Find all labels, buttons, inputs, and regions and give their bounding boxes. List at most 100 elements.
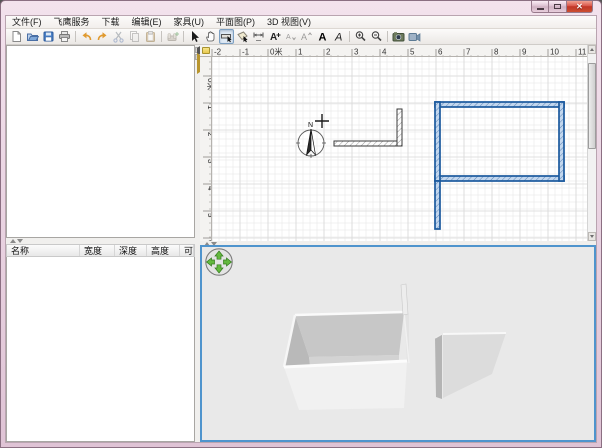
create-walls-button[interactable]	[219, 29, 234, 44]
create-text-icon: A	[268, 30, 281, 43]
menu-item-edit[interactable]: 编辑(E)	[126, 16, 168, 29]
redo-icon	[96, 30, 109, 43]
column-header-depth[interactable]: 深度	[115, 245, 147, 256]
photo-icon	[392, 30, 405, 43]
toolbar-separator	[75, 31, 76, 42]
paste-icon	[144, 30, 157, 43]
menu-item-file[interactable]: 文件(F)	[6, 16, 48, 29]
zoom-out-button[interactable]	[369, 29, 384, 44]
wall[interactable]	[334, 141, 402, 146]
scroll-up-button[interactable]	[588, 45, 596, 54]
menu-item-service[interactable]: 飞鹰服务	[48, 16, 96, 29]
create-dimensions-button[interactable]	[251, 29, 266, 44]
svg-text:A: A	[270, 32, 277, 43]
view-3d-canvas[interactable]	[200, 245, 596, 442]
selected-wall[interactable]	[435, 102, 564, 107]
collapse-down-icon[interactable]	[17, 239, 23, 243]
plan-vertical-ruler: 0米123456	[200, 57, 212, 241]
plan-canvas[interactable]: N	[212, 57, 587, 241]
print-icon	[58, 30, 71, 43]
open-icon	[26, 30, 39, 43]
svg-text:2: 2	[326, 48, 331, 57]
toolbar-separator	[349, 31, 350, 42]
save-icon	[42, 30, 55, 43]
svg-text:11: 11	[578, 48, 587, 57]
zoom-out-icon	[370, 30, 383, 43]
maximize-button[interactable]	[549, 1, 567, 13]
italic-button[interactable]: A	[331, 29, 346, 44]
new-button[interactable]	[9, 29, 24, 44]
text-larger-icon: A	[300, 30, 313, 43]
level-tab-icon[interactable]	[202, 47, 210, 54]
wall[interactable]	[397, 109, 402, 146]
zoom-in-button[interactable]	[353, 29, 368, 44]
title-bar[interactable]: ✕	[1, 1, 601, 15]
app-window: ✕ 文件(F)飞鹰服务下载编辑(E)家具(U)平面图(P)3D 视图(V) AA…	[0, 0, 602, 448]
svg-text:-2: -2	[214, 48, 222, 57]
scrollbar-thumb[interactable]	[588, 63, 596, 149]
text-smaller-button[interactable]: A	[283, 29, 298, 44]
plan-view: -2-10米1234567891011 0米123456 N	[200, 45, 596, 241]
copy-button[interactable]	[127, 29, 142, 44]
undo-button[interactable]	[79, 29, 94, 44]
selected-wall[interactable]	[559, 102, 564, 181]
cut-icon	[112, 30, 125, 43]
toolbar: AAAAA	[6, 29, 596, 45]
column-header-width[interactable]: 宽度	[80, 245, 115, 256]
menu-bar: 文件(F)飞鹰服务下载编辑(E)家具(U)平面图(P)3D 视图(V)	[6, 16, 596, 29]
create-text-button[interactable]: A	[267, 29, 282, 44]
selected-wall[interactable]	[435, 181, 440, 229]
furniture-table-body[interactable]	[6, 257, 195, 442]
add-furniture-icon	[166, 30, 179, 43]
menu-item-download[interactable]: 下载	[96, 16, 126, 29]
select-button[interactable]	[187, 29, 202, 44]
svg-text:A: A	[301, 32, 307, 42]
3d-l-wall	[435, 333, 506, 399]
plan-vertical-scrollbar[interactable]	[587, 45, 596, 241]
create-walls-icon	[220, 30, 233, 43]
svg-text:10: 10	[550, 48, 559, 57]
open-button[interactable]	[25, 29, 40, 44]
toolbar-separator	[161, 31, 162, 42]
selected-wall[interactable]	[435, 102, 440, 181]
paste-button[interactable]	[143, 29, 158, 44]
menu-item-plan[interactable]: 平面图(P)	[210, 16, 261, 29]
toolbar-separator	[387, 31, 388, 42]
scroll-down-icon	[590, 235, 594, 238]
text-larger-button[interactable]: A	[299, 29, 314, 44]
svg-text:-1: -1	[242, 48, 250, 57]
zoom-in-icon	[354, 30, 367, 43]
svg-text:8: 8	[494, 48, 499, 57]
pan-arrows-icon[interactable]	[206, 249, 232, 275]
svg-text:1: 1	[298, 48, 303, 57]
catalog-table-splitter[interactable]	[6, 238, 195, 244]
save-button[interactable]	[41, 29, 56, 44]
menu-item-view3d[interactable]: 3D 视图(V)	[261, 16, 317, 29]
create-dimensions-icon	[252, 30, 265, 43]
pan-button[interactable]	[203, 29, 218, 44]
selected-wall[interactable]	[435, 176, 564, 181]
redo-button[interactable]	[95, 29, 110, 44]
cut-button[interactable]	[111, 29, 126, 44]
svg-text:7: 7	[466, 48, 471, 57]
bold-button[interactable]: A	[315, 29, 330, 44]
pan-icon	[204, 30, 217, 43]
svg-text:6: 6	[438, 48, 443, 57]
print-button[interactable]	[57, 29, 72, 44]
column-header-height[interactable]: 高度	[147, 245, 180, 256]
create-rooms-button[interactable]	[235, 29, 250, 44]
column-header-name[interactable]: 名称	[7, 245, 80, 256]
svg-text:5: 5	[410, 48, 415, 57]
bold-icon: A	[316, 30, 329, 43]
furniture-catalog-panel[interactable]	[6, 45, 195, 238]
undo-icon	[80, 30, 93, 43]
column-header-visible[interactable]: 可见	[180, 245, 194, 256]
scroll-down-button[interactable]	[588, 232, 596, 241]
video-button[interactable]	[407, 29, 422, 44]
collapse-up-icon[interactable]	[10, 239, 16, 243]
minimize-button[interactable]	[531, 1, 549, 13]
menu-item-furniture[interactable]: 家具(U)	[168, 16, 211, 29]
close-button[interactable]: ✕	[567, 1, 593, 13]
photo-button[interactable]	[391, 29, 406, 44]
add-furniture-button[interactable]	[165, 29, 180, 44]
